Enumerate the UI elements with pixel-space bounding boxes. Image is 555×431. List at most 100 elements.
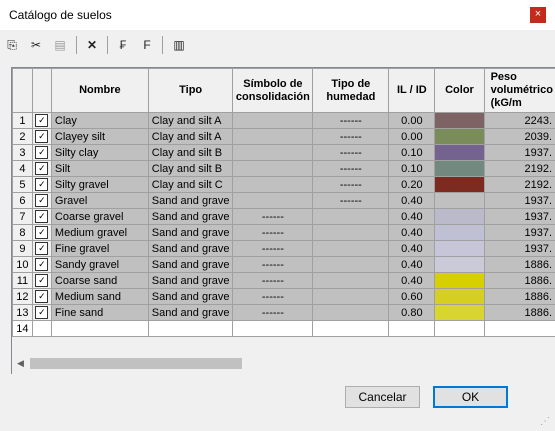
row-checkbox-cell[interactable]: ✓ (31, 112, 52, 129)
cell-peso[interactable]: 1937. (483, 224, 555, 241)
row-checkbox-cell[interactable]: ✓ (31, 240, 52, 257)
col-header-peso[interactable]: Peso volumétrico (kG/m (483, 68, 555, 113)
cell-color-swatch[interactable] (434, 208, 485, 225)
cell-color-swatch[interactable] (434, 256, 485, 273)
cell-il-id[interactable]: 0.60 (388, 288, 436, 305)
checkbox[interactable]: ✓ (35, 226, 49, 239)
scroll-thumb[interactable] (30, 358, 242, 369)
col-header-simbolo[interactable]: Símbolo de consolidación (232, 68, 314, 113)
cell-simbolo[interactable] (232, 144, 314, 161)
cell-il-id[interactable]: 0.40 (388, 272, 436, 289)
cell-il-id[interactable]: 0.00 (388, 112, 436, 129)
cell-nombre[interactable]: Fine gravel (50, 240, 149, 257)
cell-peso[interactable]: 2192. (483, 160, 555, 177)
cell-tipo[interactable]: Sand and grave (147, 256, 234, 273)
cell-nombre[interactable]: Coarse gravel (50, 208, 149, 225)
cell-peso[interactable]: 1886. (483, 288, 555, 305)
cell-humedad[interactable]: ------ (312, 192, 390, 209)
cell-color-swatch[interactable] (434, 272, 485, 289)
row-checkbox-cell[interactable]: ✓ (31, 176, 52, 193)
cell-il-id[interactable]: 0.40 (388, 224, 436, 241)
cell-tipo[interactable]: Sand and grave (147, 272, 234, 289)
cell-humedad[interactable]: ------ (312, 112, 390, 129)
cell-peso[interactable]: 2243. (483, 112, 555, 129)
close-button[interactable]: × (530, 7, 546, 23)
cell-tipo[interactable]: Sand and grave (147, 192, 234, 209)
table-icon[interactable]: ▥ (170, 36, 188, 54)
checkbox[interactable]: ✓ (35, 130, 49, 143)
cell-simbolo[interactable]: ------ (232, 256, 314, 273)
table-row[interactable]: 5 ✓ Silty gravel Clay and silt C ------ 0.20 2… (12, 176, 555, 193)
cell-il-id[interactable]: 0.40 (388, 256, 436, 273)
cell-color-swatch[interactable] (434, 304, 485, 321)
cell-nombre[interactable]: Medium gravel (50, 224, 149, 241)
checkbox[interactable]: ✓ (35, 242, 49, 255)
cell-peso[interactable]: 1937. (483, 208, 555, 225)
checkbox[interactable]: ✓ (35, 114, 49, 127)
table-row[interactable]: 8 ✓ Medium gravel Sand and grave ------ 0.40 1… (12, 224, 555, 241)
cell-humedad[interactable] (312, 288, 390, 305)
horizontal-scrollbar[interactable]: ◀ (12, 355, 555, 372)
cell-il-id[interactable]: 0.40 (388, 240, 436, 257)
cell-tipo[interactable]: Clay and silt A (147, 128, 234, 145)
cell-humedad[interactable] (312, 240, 390, 257)
cell-nombre[interactable]: Silty gravel (50, 176, 149, 193)
cell-tipo[interactable]: Sand and grave (147, 224, 234, 241)
cell-humedad[interactable] (312, 256, 390, 273)
cell-simbolo[interactable]: ------ (232, 224, 314, 241)
table-row[interactable]: 2 ✓ Clayey silt Clay and silt A ------ 0.00 20… (12, 128, 555, 145)
checkbox[interactable]: ✓ (35, 210, 49, 223)
cell-tipo[interactable]: Clay and silt C (147, 176, 234, 193)
table-row[interactable]: 1 ✓ Clay Clay and silt A ------ 0.00 2243. (12, 112, 555, 129)
cell-peso[interactable]: 1886. (483, 256, 555, 273)
cell-humedad[interactable]: ------ (312, 160, 390, 177)
table-row[interactable]: 9 ✓ Fine gravel Sand and grave ------ 0.40 193… (12, 240, 555, 257)
table-row[interactable]: 4 ✓ Silt Clay and silt B ------ 0.10 2192. (12, 160, 555, 177)
table-row[interactable]: 13 ✓ Fine sand Sand and grave ------ 0.80 1886… (12, 304, 555, 321)
cell-color-swatch[interactable] (434, 240, 485, 257)
row-checkbox-cell[interactable]: ✓ (31, 144, 52, 161)
cell-tipo[interactable]: Sand and grave (147, 240, 234, 257)
cell-nombre[interactable]: Silty clay (50, 144, 149, 161)
col-header-nombre[interactable]: Nombre (50, 68, 149, 113)
cell-simbolo[interactable] (232, 128, 314, 145)
cell-color-swatch[interactable] (434, 128, 485, 145)
cell-il-id[interactable]: 0.20 (388, 176, 436, 193)
cell-nombre[interactable]: Gravel (50, 192, 149, 209)
row-checkbox-cell[interactable]: ✓ (31, 128, 52, 145)
resize-grip-icon[interactable]: ⋰ (540, 416, 552, 428)
empty-cell[interactable] (388, 320, 436, 337)
paste-icon[interactable]: ▤ (51, 36, 69, 54)
row-checkbox-cell[interactable]: ✓ (31, 160, 52, 177)
cell-simbolo[interactable]: ------ (232, 240, 314, 257)
checkbox[interactable]: ✓ (35, 194, 49, 207)
cell-humedad[interactable]: ------ (312, 176, 390, 193)
cell-nombre[interactable]: Coarse sand (50, 272, 149, 289)
cell-color-swatch[interactable] (434, 112, 485, 129)
cell-simbolo[interactable]: ------ (232, 272, 314, 289)
cell-nombre[interactable]: Clay (50, 112, 149, 129)
cell-simbolo[interactable] (232, 176, 314, 193)
empty-cell[interactable] (312, 320, 390, 337)
cell-humedad[interactable] (312, 272, 390, 289)
col-header-il-id[interactable]: IL / ID (388, 68, 436, 113)
cell-color-swatch[interactable] (434, 160, 485, 177)
cell-peso[interactable]: 2192. (483, 176, 555, 193)
checkbox[interactable]: ✓ (35, 306, 49, 319)
cell-il-id[interactable]: 0.40 (388, 192, 436, 209)
empty-cell[interactable] (232, 320, 314, 337)
col-header-tipo[interactable]: Tipo (147, 68, 234, 113)
table-row[interactable]: 6 ✓ Gravel Sand and grave ------ 0.40 1937. (12, 192, 555, 209)
empty-cell[interactable] (483, 320, 555, 337)
checkbox[interactable]: ✓ (35, 290, 49, 303)
cell-peso[interactable]: 1937. (483, 240, 555, 257)
cell-peso[interactable]: 2039. (483, 128, 555, 145)
cell-tipo[interactable]: Sand and grave (147, 304, 234, 321)
row-checkbox-cell[interactable]: ✓ (31, 288, 52, 305)
cell-color-swatch[interactable] (434, 176, 485, 193)
cell-il-id[interactable]: 0.80 (388, 304, 436, 321)
table-row[interactable]: 12 ✓ Medium sand Sand and grave ------ 0.60 18… (12, 288, 555, 305)
empty-cell[interactable] (147, 320, 234, 337)
cell-tipo[interactable]: Clay and silt B (147, 160, 234, 177)
cell-color-swatch[interactable] (434, 288, 485, 305)
